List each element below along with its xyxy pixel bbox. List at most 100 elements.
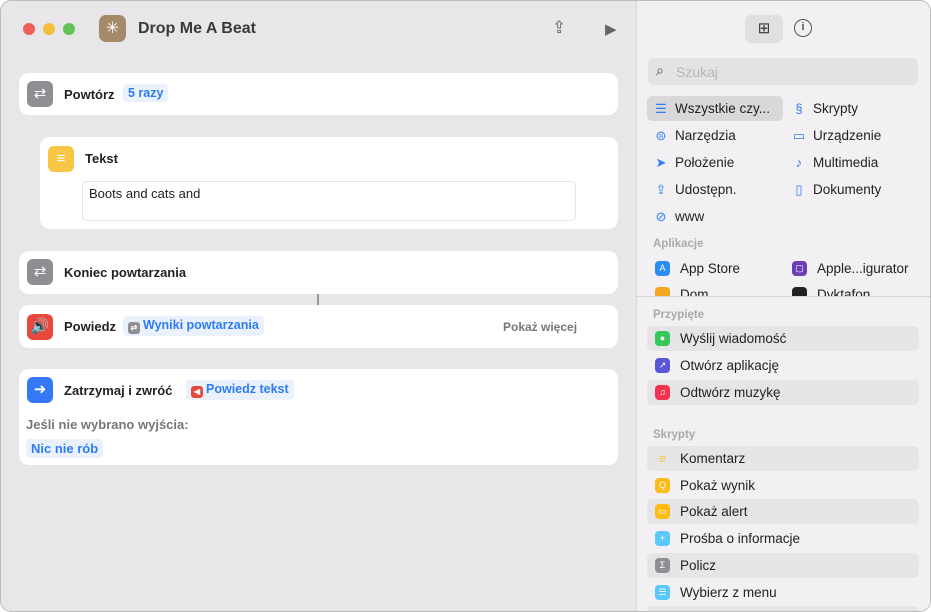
search-icon: ⌕ [656, 62, 664, 78]
action-label: Powiedz [64, 319, 117, 334]
display-icon: ▭ [792, 128, 806, 143]
drag-handle[interactable] [317, 294, 319, 305]
home-icon [655, 287, 670, 296]
action-label: Zatrzymaj i zwróć [64, 383, 173, 398]
no-output-label: Jeśli nie wybrano wyjścia: [26, 417, 189, 432]
sigma-icon: Σ [655, 558, 670, 573]
app-label: Dom [680, 287, 709, 296]
pinned-item[interactable]: ● Wyślij wiadomość [647, 326, 919, 351]
repeat-count-token[interactable]: 5 razy [123, 84, 169, 102]
show-result-icon: Q [655, 478, 670, 493]
scripts-icon: § [795, 101, 803, 116]
repeat-icon: ⇄ [27, 259, 53, 285]
shortcut-icon[interactable]: ✳ [99, 15, 126, 42]
script-item[interactable]: Σ Policz [647, 553, 919, 578]
repeat-icon: ⇄ [128, 322, 140, 334]
category-tools[interactable]: ⊜ Narzędzia [647, 123, 736, 148]
menu-icon: ☰ [655, 585, 670, 600]
item-label: Policz [680, 558, 717, 573]
script-item[interactable]: ☰ Wybierz z menu [647, 580, 919, 605]
ask-input-icon: + [655, 531, 670, 546]
category-media[interactable]: ♪ Multimedia [785, 150, 879, 175]
category-label: Urządzenie [813, 128, 882, 143]
no-output-option[interactable]: Nic nie rób [26, 439, 104, 458]
category-web[interactable]: ⊘ www [647, 204, 705, 229]
zoom-button[interactable] [63, 23, 75, 35]
divider [637, 296, 930, 297]
share-icon: ⇪ [655, 182, 667, 197]
app-item[interactable]: Dyktafon [784, 282, 870, 296]
stop-return-action[interactable]: ➜ Zatrzymaj i zwróć ◀ Powiedz tekst Jeśli… [19, 369, 618, 465]
pinned-header: Przypięte [653, 309, 705, 321]
pinned-item[interactable]: ♫ Odtwórz muzykę [647, 380, 919, 405]
music-icon: ♫ [655, 385, 670, 400]
compass-icon: ⊘ [655, 209, 667, 224]
item-label: Pokaż wynik [680, 478, 756, 493]
token-label: Wyniki powtarzania [143, 318, 259, 332]
category-scripts[interactable]: § Skrypty [785, 96, 858, 121]
editor-pane: ✳ Drop Me A Beat ⇪ ▶ ⇄ Powtórz 5 razy ≡ … [1, 1, 636, 611]
show-more-button[interactable]: Pokaż więcej [503, 320, 577, 334]
action-label: Tekst [85, 151, 118, 166]
text-icon: ≡ [48, 146, 74, 172]
action-label: Powtórz [64, 87, 115, 102]
repeat-results-token[interactable]: ⇄ Wyniki powtarzania [123, 316, 264, 336]
search-field[interactable]: ⌕ Szukaj [648, 58, 918, 85]
pinned-item[interactable]: ↗ Otwórz aplikację [647, 353, 919, 378]
category-label: Udostępn. [675, 182, 737, 197]
comment-icon: ≡ [658, 451, 667, 466]
category-label: Wszystkie czy... [675, 101, 771, 116]
shortcut-title[interactable]: Drop Me A Beat [138, 20, 256, 38]
category-documents[interactable]: ▯ Dokumenty [785, 177, 881, 202]
item-label: Odtwórz muzykę [680, 385, 781, 400]
speak-action[interactable]: 🔊 Powiedz ⇄ Wyniki powtarzania Pokaż więc… [19, 305, 618, 348]
repeat-icon: ⇄ [27, 81, 53, 107]
close-button[interactable] [23, 23, 35, 35]
app-item[interactable]: ▢ Apple...igurator [784, 256, 924, 281]
music-note-icon: ♪ [795, 155, 803, 170]
action-library-tab[interactable]: ⊞ [745, 15, 783, 43]
location-icon: ➤ [655, 155, 667, 170]
text-input[interactable]: Boots and cats and [82, 181, 576, 221]
item-label: Otwórz aplikację [680, 358, 780, 373]
script-item[interactable]: + Prośba o informacje [647, 526, 919, 551]
token-label: Powiedz tekst [206, 382, 289, 396]
text-action[interactable]: ≡ Tekst Boots and cats and [40, 137, 618, 229]
speaker-icon: 🔊 [27, 314, 53, 340]
category-device[interactable]: ▭ Urządzenie [785, 123, 881, 148]
toggles-icon: ⊜ [655, 128, 667, 143]
category-label: www [675, 209, 705, 224]
apps-header: Aplikacje [653, 238, 704, 250]
voice-memos-icon [792, 287, 807, 296]
exit-icon: ➜ [27, 377, 53, 403]
category-label: Dokumenty [813, 182, 882, 197]
category-sharing[interactable]: ⇪ Udostępn. [647, 177, 737, 202]
script-item[interactable]: ≡ Komentarz [647, 446, 919, 471]
message-icon: ● [655, 331, 670, 346]
share-icon[interactable]: ⇪ [552, 18, 566, 38]
action-label: Koniec powtarzania [64, 265, 187, 280]
script-item[interactable]: ▭ Pokaż alert [647, 499, 919, 524]
category-label: Narzędzia [675, 128, 736, 143]
shortcuts-window: ✳ Drop Me A Beat ⇪ ▶ ⇄ Powtórz 5 razy ≡ … [0, 0, 931, 612]
script-item[interactable] [647, 606, 919, 611]
open-app-icon: ↗ [655, 358, 670, 373]
app-label: App Store [680, 261, 741, 276]
end-repeat-action[interactable]: ⇄ Koniec powtarzania [19, 251, 618, 294]
info-icon[interactable]: i [794, 19, 812, 37]
item-label: Komentarz [680, 451, 746, 466]
category-all[interactable]: ☰ Wszystkie czy... [647, 96, 783, 121]
run-button[interactable]: ▶ [605, 20, 617, 38]
category-label: Skrypty [813, 101, 859, 116]
minimize-button[interactable] [43, 23, 55, 35]
script-item[interactable]: Q Pokaż wynik [647, 473, 919, 498]
item-label: Wyślij wiadomość [680, 331, 787, 346]
search-placeholder: Szukaj [676, 64, 719, 80]
category-location[interactable]: ➤ Położenie [647, 150, 735, 175]
category-label: Położenie [675, 155, 735, 170]
repeat-action[interactable]: ⇄ Powtórz 5 razy [19, 73, 618, 115]
speak-text-token[interactable]: ◀ Powiedz tekst [186, 380, 294, 400]
item-label: Prośba o informacje [680, 531, 801, 546]
item-label: Pokaż alert [680, 504, 748, 519]
list-icon: ☰ [655, 101, 667, 116]
